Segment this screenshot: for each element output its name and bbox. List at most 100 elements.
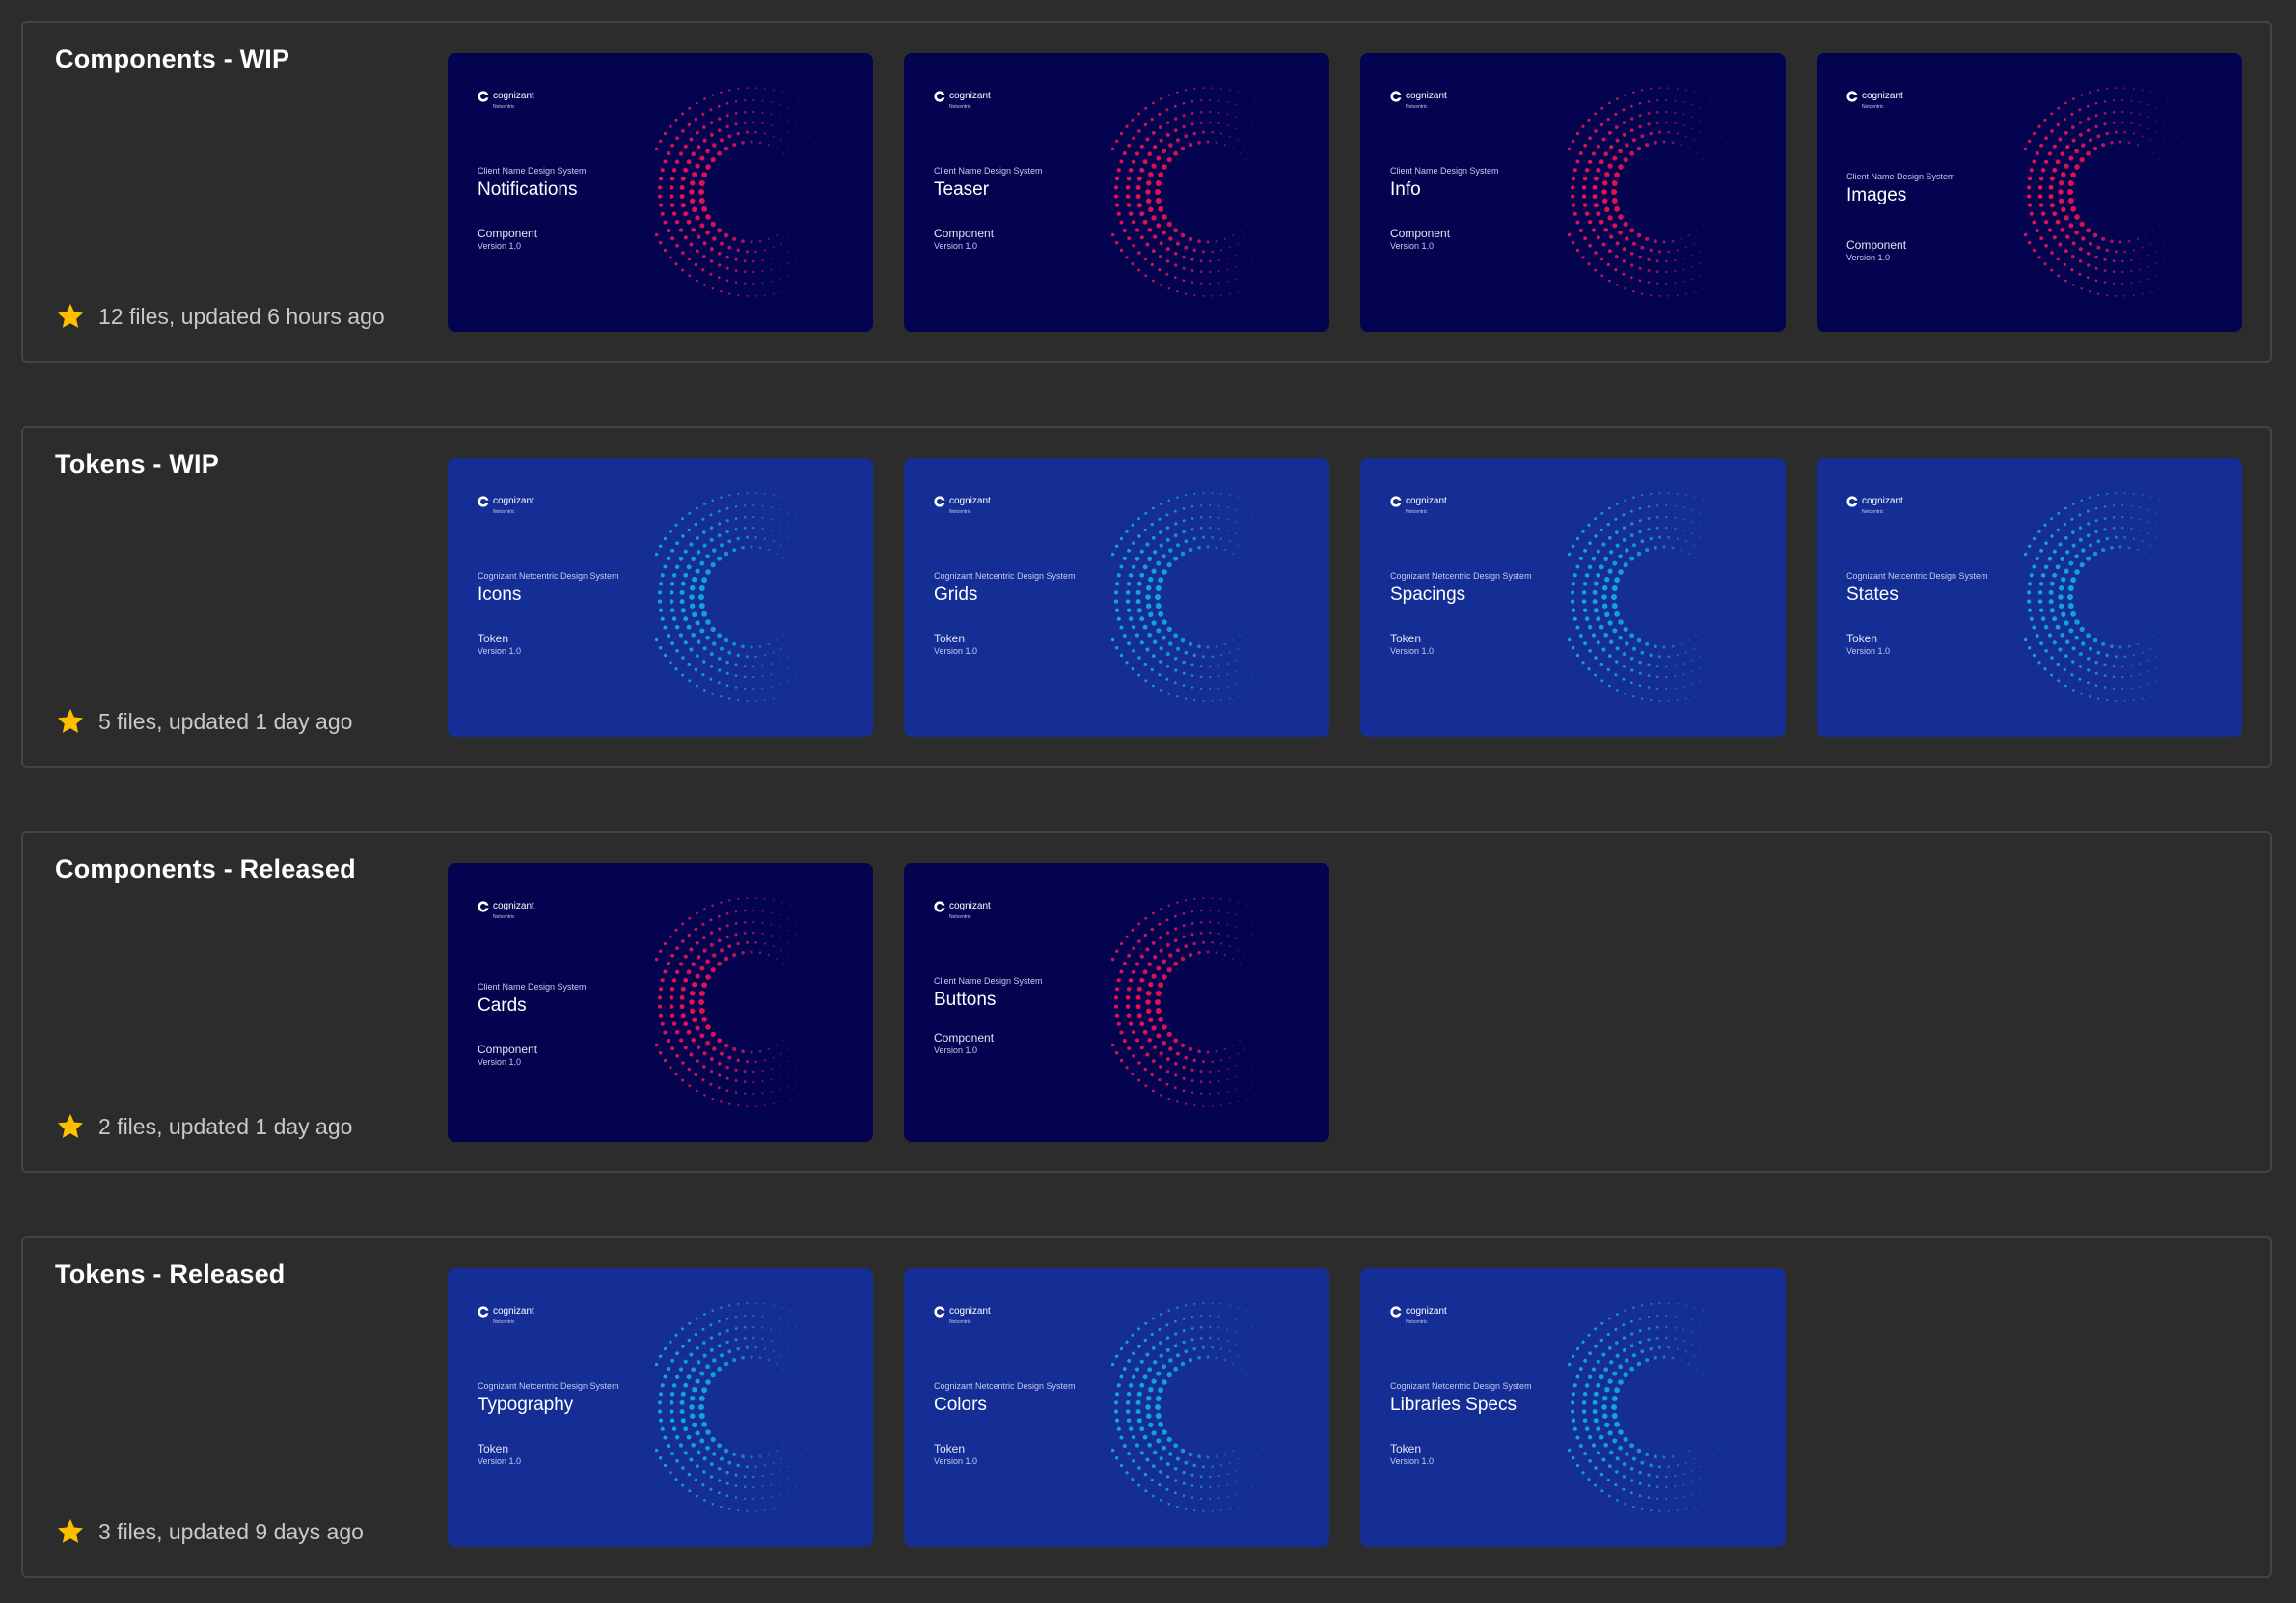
- ring-dot: [1691, 1481, 1693, 1483]
- ring-dot: [2097, 89, 2100, 92]
- ring-dot: [2037, 185, 2043, 190]
- project-card[interactable]: Components - Released 2 files, updated 1…: [21, 831, 2272, 1173]
- ring-dot: [2058, 189, 2064, 195]
- file-thumbnail[interactable]: cognizant Netcentric Client Name Design …: [904, 53, 1329, 332]
- project-card[interactable]: Tokens - WIP 5 files, updated 1 day ago …: [21, 426, 2272, 768]
- ring-dot: [1625, 1358, 1629, 1363]
- star-icon[interactable]: [55, 1111, 86, 1142]
- file-thumbnail[interactable]: cognizant Netcentric Client Name Design …: [1817, 53, 2242, 332]
- ring-dot: [666, 1039, 670, 1043]
- ring-dot: [2081, 548, 2086, 553]
- ring-dot: [686, 159, 692, 165]
- ring-dot: [1583, 143, 1587, 148]
- ring-dot: [734, 281, 738, 284]
- ring-dot: [2176, 579, 2178, 581]
- ring-dot: [701, 530, 706, 534]
- star-icon[interactable]: [55, 706, 86, 737]
- ring-dot: [816, 937, 818, 939]
- ring-dot: [717, 914, 721, 918]
- ring-dot: [2149, 544, 2151, 547]
- ring-dot: [1728, 165, 1730, 167]
- ring-dot: [1151, 940, 1156, 945]
- ring-dot: [1685, 697, 1687, 700]
- ring-dot: [2074, 149, 2079, 154]
- ring-dot: [692, 982, 697, 988]
- ring-dot: [812, 1085, 814, 1087]
- ring-dot: [741, 1049, 745, 1053]
- ring-dot: [689, 585, 696, 591]
- ring-dot: [711, 286, 714, 290]
- star-icon[interactable]: [55, 1516, 86, 1547]
- ring-dot: [831, 191, 833, 193]
- ring-dot: [1145, 1008, 1152, 1014]
- project-title[interactable]: Components - Released: [55, 855, 356, 884]
- brand-name: cognizant: [949, 1306, 991, 1317]
- ring-dot: [1748, 1441, 1750, 1443]
- ring-dot: [1638, 124, 1642, 129]
- ring-dot: [787, 680, 789, 682]
- file-thumbnail[interactable]: cognizant Netcentric Cognizant Netcentri…: [904, 1268, 1329, 1547]
- ring-dot: [807, 1424, 809, 1426]
- dot-ring-graphic: [655, 87, 847, 297]
- ring-dot: [787, 512, 789, 514]
- file-thumbnail[interactable]: cognizant Netcentric Cognizant Netcentri…: [904, 458, 1329, 737]
- ring-dot: [720, 496, 723, 499]
- ring-dot: [2043, 564, 2049, 569]
- project-card[interactable]: Tokens - Released 3 files, updated 9 day…: [21, 1236, 2272, 1578]
- ring-dot: [2132, 699, 2135, 701]
- file-thumbnail[interactable]: cognizant Netcentric Client Name Design …: [1360, 53, 1786, 332]
- file-thumbnail[interactable]: cognizant Netcentric Client Name Design …: [904, 863, 1329, 1142]
- project-card[interactable]: Components - WIP 12 files, updated 6 hou…: [21, 21, 2272, 363]
- ring-dot: [1691, 1469, 1694, 1472]
- ring-dot: [1743, 191, 1745, 193]
- ring-dot: [1226, 123, 1229, 127]
- ring-dot: [2081, 641, 2086, 646]
- ring-dot: [1275, 923, 1277, 925]
- ring-dot: [1750, 655, 1751, 656]
- ring-dot: [732, 236, 737, 241]
- project-title[interactable]: Tokens - Released: [55, 1260, 286, 1290]
- ring-dot: [2204, 561, 2206, 563]
- ring-dot: [780, 290, 783, 293]
- ring-dot: [1581, 256, 1585, 259]
- ring-dot: [1131, 1374, 1136, 1379]
- ring-dot: [1175, 646, 1181, 651]
- ring-dot: [815, 622, 817, 624]
- ring-dot: [1713, 1358, 1715, 1360]
- ring-dot: [786, 1465, 789, 1468]
- ring-dot: [828, 546, 829, 548]
- project-title[interactable]: Tokens - WIP: [55, 449, 219, 479]
- ring-dot: [835, 1372, 837, 1373]
- ring-dot: [1622, 1336, 1626, 1340]
- star-icon[interactable]: [55, 301, 86, 332]
- ring-dot: [1722, 1336, 1724, 1338]
- ring-dot: [803, 116, 805, 118]
- file-thumbnail[interactable]: cognizant Netcentric Cognizant Netcentri…: [1360, 1268, 1786, 1547]
- ring-dot: [1667, 699, 1670, 702]
- ring-dot: [705, 164, 711, 170]
- ring-dot: [1268, 1440, 1270, 1442]
- ring-dot: [674, 928, 678, 932]
- file-thumbnail[interactable]: cognizant Netcentric Cognizant Netcentri…: [1360, 458, 1786, 737]
- ring-dot: [1288, 530, 1290, 532]
- ring-dot: [659, 1456, 663, 1460]
- ring-dot: [1731, 1389, 1733, 1391]
- file-thumbnail[interactable]: cognizant Netcentric Cognizant Netcentri…: [1817, 458, 2242, 737]
- ring-dot: [1160, 1313, 1162, 1316]
- ring-dot: [1125, 1004, 1131, 1009]
- file-thumbnail[interactable]: cognizant Netcentric Cognizant Netcentri…: [448, 458, 873, 737]
- ring-dot: [1655, 1485, 1659, 1488]
- file-thumbnail[interactable]: cognizant Netcentric Client Name Design …: [448, 863, 873, 1142]
- file-thumbnail[interactable]: cognizant Netcentric Cognizant Netcentri…: [448, 1268, 873, 1547]
- ring-dot: [1199, 921, 1203, 924]
- project-title[interactable]: Components - WIP: [55, 44, 289, 74]
- ring-dot: [1758, 1450, 1760, 1451]
- cognizant-logo-icon: [1390, 91, 1402, 102]
- ring-dot: [1682, 280, 1685, 283]
- ring-dot: [1114, 608, 1120, 612]
- ring-dot: [2207, 622, 2209, 624]
- ring-dot: [1294, 133, 1295, 134]
- ring-dot: [1116, 978, 1121, 983]
- file-thumbnail[interactable]: cognizant Netcentric Client Name Design …: [448, 53, 873, 332]
- ring-dot: [1139, 954, 1144, 959]
